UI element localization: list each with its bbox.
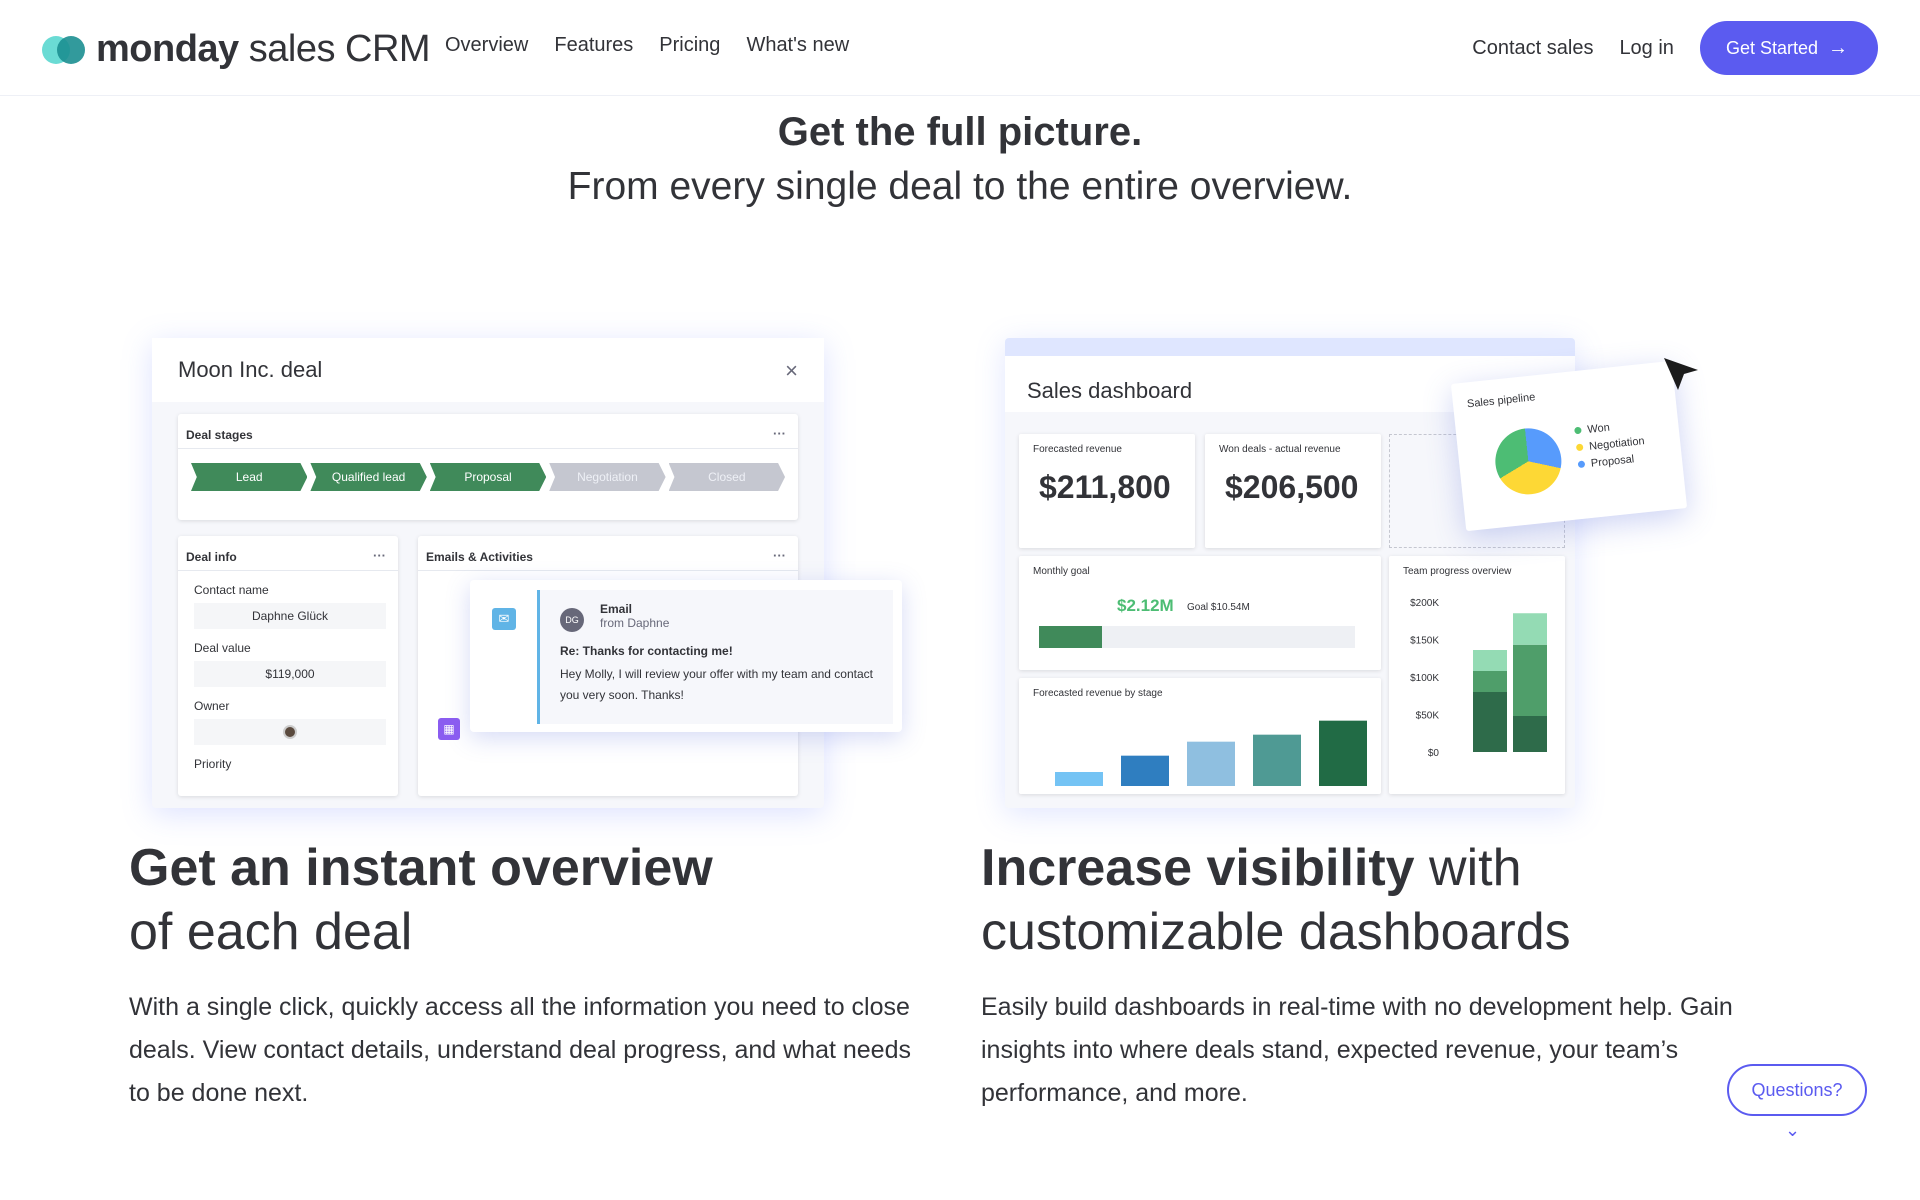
nav-links: Overview Features Pricing What's new [445,34,849,57]
deal-card-header: Moon Inc. deal × [152,338,824,402]
team-progress-bar-segment [1513,613,1547,645]
deal-stage-bar: Lead Qualified lead Proposal Negotiation… [178,449,798,505]
email-activity-popup[interactable]: ✉ DG Email from Daphne Re: Thanks for co… [470,580,902,732]
team-progress-widget[interactable]: Team progress overview $0 $50K $100K $150K $… [1389,556,1565,794]
monthly-goal-widget[interactable]: Monthly goal $2.12M Goal $10.54M [1019,556,1381,670]
stage-qualified-lead[interactable]: Qualified lead [310,463,427,491]
forecasted-revenue-label: Forecasted revenue [1033,444,1122,455]
monthly-goal-value: $2.12M [1117,596,1174,615]
feature-title-overview: Get an instant overview of each deal [129,839,713,961]
team-progress-bar-segment [1473,671,1507,692]
email-sender: Email from Daphne [600,602,670,630]
feature-title-dashboards: Increase visibility with customizable das… [981,839,1571,961]
avatar [283,725,297,739]
deal-info-title: Deal info ··· [178,536,398,571]
revenue-by-stage-widget[interactable]: Forecasted revenue by stage [1019,678,1381,794]
feature-desc-overview: With a single click, quickly access all … [129,993,911,1107]
contact-sales-link[interactable]: Contact sales [1472,37,1593,60]
top-navigation: monday sales CRM Overview Features Prici… [0,0,1920,96]
stage-closed[interactable]: Closed [668,463,786,491]
team-progress-chart: $0 $50K $100K $150K $200K [1410,598,1547,759]
pipeline-pie-chart [1492,425,1565,498]
team-progress-bar-segment [1473,650,1507,671]
contact-name-value[interactable]: Daphne Glück [194,603,386,629]
deal-value-label: Deal value [194,641,251,655]
team-progress-bar-segment [1473,692,1507,752]
monday-logo-icon [42,34,88,66]
deal-value-value[interactable]: $119,000 [194,661,386,687]
team-axis-tick: $50K [1416,711,1440,722]
section-subtitle: From every single deal to the entire ove… [567,165,1353,208]
won-deals-value: $206,500 [1225,469,1359,505]
stage-revenue-bar [1253,734,1301,786]
nav-link-whats-new[interactable]: What's new [746,34,849,57]
team-axis-tick: $200K [1410,598,1439,609]
priority-label: Priority [194,757,232,771]
more-icon[interactable]: ··· [773,548,786,563]
team-progress-bar-segment [1513,644,1547,716]
get-started-button[interactable]: Get Started → [1699,21,1878,75]
avatar: DG [560,608,584,632]
forecasted-revenue-value: $211,800 [1039,469,1171,505]
stage-lead[interactable]: Lead [191,463,308,491]
owner-label: Owner [194,699,230,713]
team-progress-label: Team progress overview [1403,566,1512,577]
deal-stages-title: Deal stages ··· [178,414,798,449]
team-axis-tick: $100K [1410,673,1439,684]
stage-negotiation[interactable]: Negotiation [549,463,666,491]
revenue-by-stage-label: Forecasted revenue by stage [1033,688,1163,699]
pipeline-legend: Won Negotiation Proposal [1574,416,1648,474]
owner-value[interactable] [194,719,386,745]
nav-link-pricing[interactable]: Pricing [659,34,720,57]
revenue-by-stage-chart [1055,720,1367,786]
cursor-arrow-icon [1664,358,1698,390]
section-title: Get the full picture. [777,110,1143,154]
emails-activities-title: Emails & Activities ··· [418,536,798,571]
arrow-right-icon: → [1828,36,1848,59]
email-subject: Re: Thanks for contacting me! [560,644,733,658]
nav-link-overview[interactable]: Overview [445,34,528,57]
stage-revenue-bar [1055,772,1103,786]
nav-link-features[interactable]: Features [554,34,633,57]
window-bar [1005,338,1575,356]
contact-name-label: Contact name [194,583,269,597]
get-started-label: Get Started [1725,37,1818,58]
logo[interactable]: monday sales CRM [42,28,431,71]
monthly-goal-label: Monthly goal [1033,566,1090,577]
login-link[interactable]: Log in [1619,37,1674,60]
team-progress-bar-segment [1513,716,1547,752]
close-icon[interactable]: × [785,358,798,384]
questions-button[interactable]: Questions? [1727,1064,1867,1116]
goal-progress-fill [1039,626,1103,648]
more-icon[interactable]: ··· [373,548,386,563]
team-axis-tick: $0 [1428,748,1440,759]
sales-pipeline-card[interactable]: Sales pipeline Won Negotiation Proposal [1450,360,1688,532]
chevron-down-icon[interactable]: ⌄ [1785,1120,1800,1141]
won-deals-label: Won deals - actual revenue [1219,444,1341,455]
calendar-icon: ▦ [438,718,460,740]
won-deals-widget[interactable]: Won deals - actual revenue $206,500 [1205,434,1381,548]
mail-icon: ✉ [492,608,516,630]
email-content: DG Email from Daphne Re: Thanks for cont… [537,590,893,724]
nav-actions: Contact sales Log in Get Started → [1472,21,1878,75]
stage-revenue-bar [1319,720,1367,786]
deal-title: Moon Inc. deal [178,357,323,382]
more-icon[interactable]: ··· [773,426,786,441]
stage-proposal[interactable]: Proposal [429,463,547,491]
stage-revenue-bar [1121,755,1169,786]
deal-stages-panel: Deal stages ··· Lead Qualified lead Propo… [178,414,798,520]
goal-total: Goal $10.54M [1187,602,1250,613]
email-body-text: Hey Molly, I will review your offer with… [560,667,873,702]
stage-revenue-bar [1187,741,1235,786]
goal-progress-bar [1039,626,1355,648]
feature-desc-dashboards: Easily build dashboards in real-time wit… [981,993,1733,1107]
logo-text: monday sales CRM [96,28,431,70]
forecasted-revenue-widget[interactable]: Forecasted revenue $211,800 [1019,434,1195,548]
team-axis-tick: $150K [1410,636,1439,647]
deal-info-panel: Deal info ··· Contact name Daphne Glück D… [178,536,398,796]
deal-card-mockup: Moon Inc. deal × Deal stages ··· Lead Qua… [152,338,824,808]
